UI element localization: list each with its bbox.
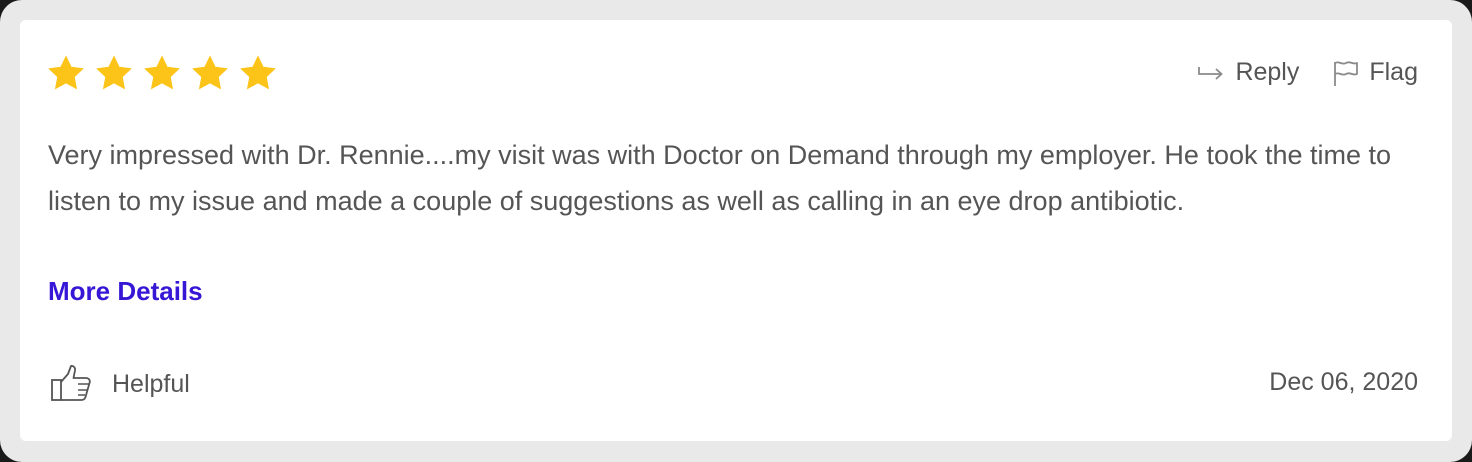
- star-icon: [46, 54, 86, 92]
- thumbs-up-icon: [50, 364, 94, 404]
- star-icon: [142, 54, 182, 92]
- flag-label: Flag: [1369, 58, 1418, 86]
- reply-arrow-icon: [1197, 64, 1225, 82]
- review-date: Dec 06, 2020: [1269, 368, 1418, 396]
- reply-label: Reply: [1235, 58, 1300, 86]
- reply-button[interactable]: Reply: [1197, 58, 1299, 87]
- more-details-link[interactable]: More Details: [48, 276, 203, 307]
- helpful-button[interactable]: Helpful: [50, 364, 190, 404]
- star-icon: [190, 54, 230, 92]
- flag-icon: [1331, 59, 1359, 87]
- review-text: Very impressed with Dr. Rennie....my vis…: [48, 140, 1392, 216]
- star-icon: [238, 54, 278, 92]
- flag-button[interactable]: Flag: [1331, 58, 1418, 87]
- star-icon: [94, 54, 134, 92]
- star-rating: [46, 54, 278, 92]
- review-card: Reply Flag Very impressed with Dr. Renni…: [20, 20, 1452, 441]
- review-card-frame: Reply Flag Very impressed with Dr. Renni…: [0, 0, 1472, 462]
- review-actions: Reply Flag: [1197, 58, 1418, 87]
- helpful-label: Helpful: [112, 369, 190, 398]
